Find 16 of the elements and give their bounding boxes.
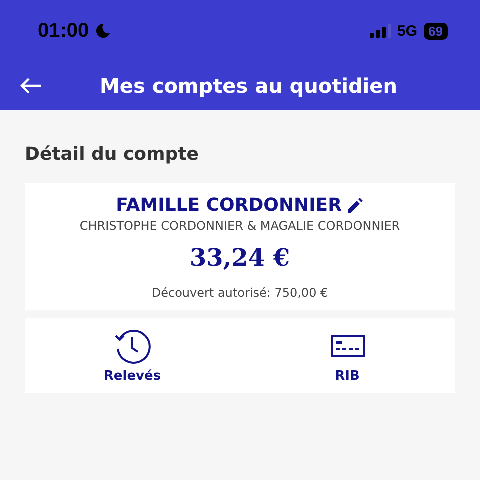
account-balance: 33,24 € [190,243,290,272]
back-arrow-icon[interactable] [20,78,42,94]
moon-icon [95,23,112,39]
battery-indicator: 69 [424,22,448,40]
action-button[interactable]: RIB [288,326,408,385]
pencil-icon[interactable] [346,196,364,214]
action-button[interactable]: Relevés [72,326,192,385]
network-label: 5G [398,22,418,40]
clock-history-icon [114,327,152,365]
overdraft-text: Découvert autorisé: 750,00 € [152,286,328,300]
account-holders: CHRISTOPHE CORDONNIER & MAGALIE CORDONNIER [80,219,400,233]
account-name: FAMILLE CORDONNIER [116,195,342,216]
header-title: Mes comptes au quotidien [100,74,398,98]
status-time: 01:00 [38,20,90,42]
section-title: Détail du compte [25,144,200,165]
signal-icon [370,24,392,38]
